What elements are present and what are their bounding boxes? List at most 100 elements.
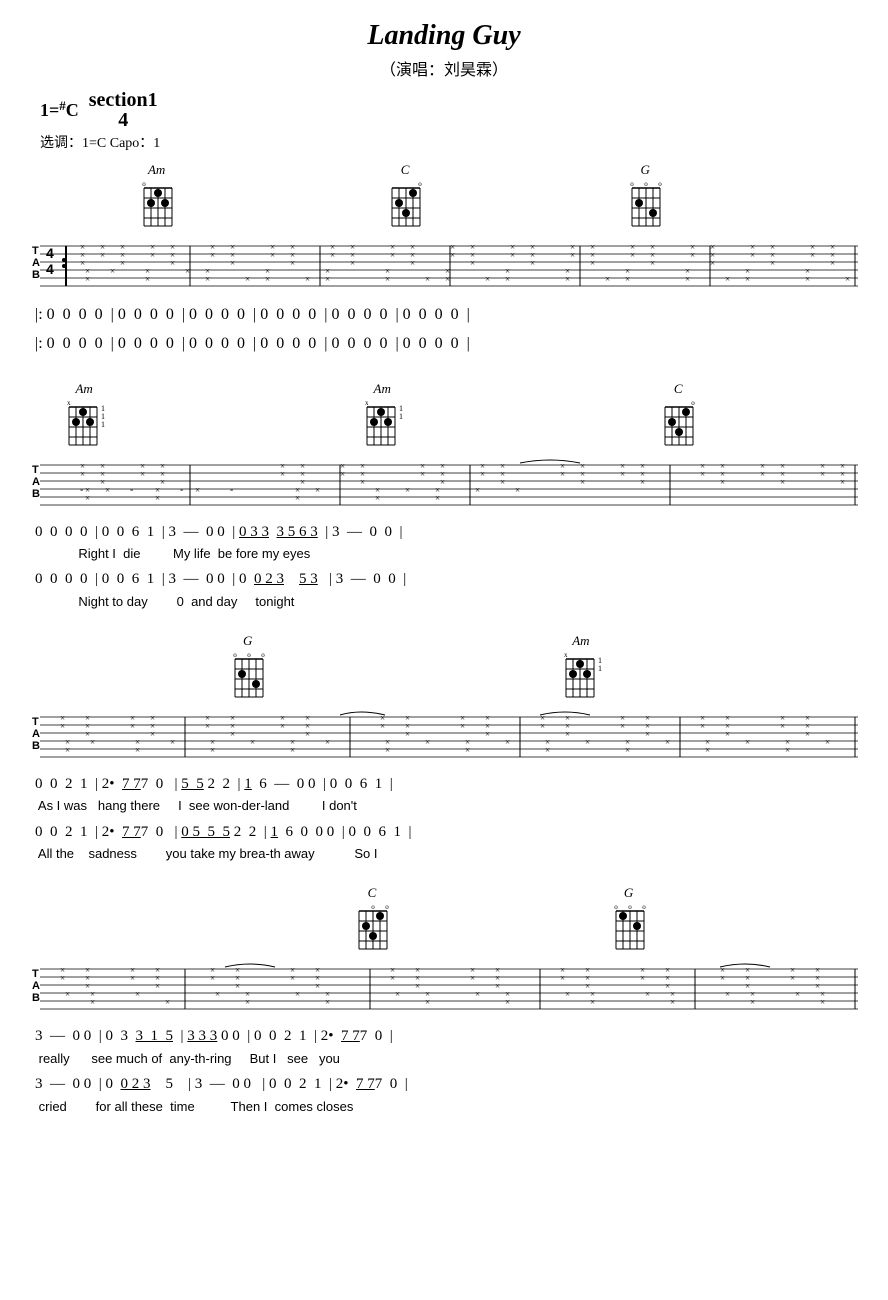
svg-text:×: × [790, 973, 795, 983]
tab-svg-4: T A B ×× ××× ×× ××× ×× ××× ×× ××× ×× ××× [30, 959, 858, 1019]
svg-text:×: × [185, 266, 190, 276]
svg-text:×: × [820, 997, 825, 1007]
chord-name: Am [148, 162, 165, 178]
svg-text:o: o [233, 651, 237, 659]
section-2: Am x 1 1 [30, 381, 858, 611]
svg-text:×: × [510, 250, 515, 260]
lyrics-3b: All the sadness you take my brea-th away… [35, 845, 858, 863]
chord-g-4: G o o o [610, 885, 648, 951]
section-4: C o o [30, 885, 858, 1115]
chord-name: G [640, 162, 649, 178]
svg-text:×: × [245, 274, 250, 284]
notes-line-1b: |: 0 0 0 0 | 0 0 0 0 | 0 0 0 0 | 0 0 0 0… [35, 330, 858, 359]
svg-text:×: × [505, 737, 510, 747]
chord-c-2: C o [659, 381, 697, 447]
svg-text:×: × [580, 477, 585, 487]
svg-text:×: × [720, 477, 725, 487]
svg-text:o: o [658, 180, 662, 188]
chord-g-1: G o o o [626, 162, 664, 228]
svg-text:1: 1 [399, 412, 403, 421]
chord-name: G [243, 633, 252, 649]
svg-text:×: × [795, 989, 800, 999]
chord-name: Am [374, 381, 391, 397]
svg-text:×: × [230, 729, 235, 739]
svg-text:×: × [235, 981, 240, 991]
svg-text:×: × [405, 729, 410, 739]
svg-text:×: × [300, 477, 305, 487]
svg-text:×: × [770, 258, 775, 268]
svg-text:×: × [315, 485, 320, 495]
svg-text:×: × [100, 250, 105, 260]
chord-g-3: G o o o [229, 633, 267, 699]
svg-text:×: × [65, 745, 70, 755]
svg-text:×: × [480, 469, 485, 479]
svg-text:×: × [750, 997, 755, 1007]
svg-text:×: × [725, 989, 730, 999]
svg-text:o: o [628, 903, 632, 911]
svg-text:×: × [500, 477, 505, 487]
svg-text:×: × [205, 266, 210, 276]
lyrics-2a: Right I die My life be fore my eyes [35, 545, 858, 563]
notes-4a: 3 — 0 0 | 0 3 3 1 5 | 3 3 3 0 0 | 0 0 2 … [35, 1024, 858, 1050]
svg-text:×: × [560, 469, 565, 479]
svg-text:×: × [325, 737, 330, 747]
svg-text:×: × [435, 493, 440, 503]
svg-text:×: × [155, 493, 160, 503]
lyrics-4b: cried for all these time Then I comes cl… [35, 1098, 858, 1116]
svg-text:×: × [645, 729, 650, 739]
key-note: C [66, 100, 79, 121]
svg-text:×: × [620, 469, 625, 479]
svg-text:×: × [745, 274, 750, 284]
tab-staff-4: T A B ×× ××× ×× ××× ×× ××× ×× ××× ×× ××× [30, 959, 858, 1024]
svg-text:×: × [290, 745, 295, 755]
svg-text:×: × [315, 981, 320, 991]
key-sharp: # [59, 98, 66, 114]
svg-text:×: × [140, 469, 145, 479]
svg-text:×: × [475, 989, 480, 999]
svg-text:×: × [85, 493, 90, 503]
chord-c-1: C o [386, 162, 424, 228]
svg-text:×: × [150, 250, 155, 260]
svg-text:×: × [170, 258, 175, 268]
svg-text:×: × [560, 973, 565, 983]
svg-text:×: × [785, 745, 790, 755]
notes-2a: 0 0 0 0 | 0 0 6 1 | 3 — 0 0 | 0 3 3 3 5 … [35, 520, 858, 546]
svg-text:×: × [625, 745, 630, 755]
svg-text:×: × [585, 737, 590, 747]
svg-text:×: × [450, 250, 455, 260]
lyrics-4a: really see much of any-th-ring But I see… [35, 1050, 858, 1068]
tab-svg-2: T A B ×× ××× ×× ××× - - - - ×× × [30, 455, 858, 515]
svg-text:×: × [280, 721, 285, 731]
svg-text:×: × [780, 721, 785, 731]
svg-text:×: × [105, 485, 110, 495]
svg-text:×: × [390, 250, 395, 260]
svg-text:×: × [440, 477, 445, 487]
svg-text:o: o [692, 399, 696, 407]
chord-diagram-svg: o o o [626, 178, 664, 228]
svg-text:o: o [261, 651, 265, 659]
svg-text:x: x [67, 399, 71, 407]
svg-text:×: × [410, 258, 415, 268]
svg-text:×: × [380, 721, 385, 731]
svg-text:×: × [470, 258, 475, 268]
svg-text:×: × [205, 721, 210, 731]
song-title: Landing Guy [30, 20, 858, 52]
svg-text:×: × [250, 737, 255, 747]
svg-text:×: × [65, 989, 70, 999]
svg-text:×: × [605, 274, 610, 284]
chord-svg: o o o [229, 649, 267, 699]
page: Landing Guy （演唱：刘昊霖） 1= # C section1 4 选… [0, 0, 888, 1158]
svg-text:×: × [505, 997, 510, 1007]
svg-text:o: o [142, 180, 146, 188]
svg-text:×: × [385, 745, 390, 755]
svg-text:×: × [590, 258, 595, 268]
chord-svg: o o [353, 901, 391, 951]
svg-text:A: A [32, 728, 40, 740]
chord-svg: o o o [610, 901, 648, 951]
svg-text:o: o [644, 180, 648, 188]
svg-text:B: B [32, 992, 40, 1004]
svg-text:×: × [565, 989, 570, 999]
svg-text:-: - [230, 485, 233, 496]
svg-text:×: × [340, 469, 345, 479]
svg-text:×: × [90, 997, 95, 1007]
